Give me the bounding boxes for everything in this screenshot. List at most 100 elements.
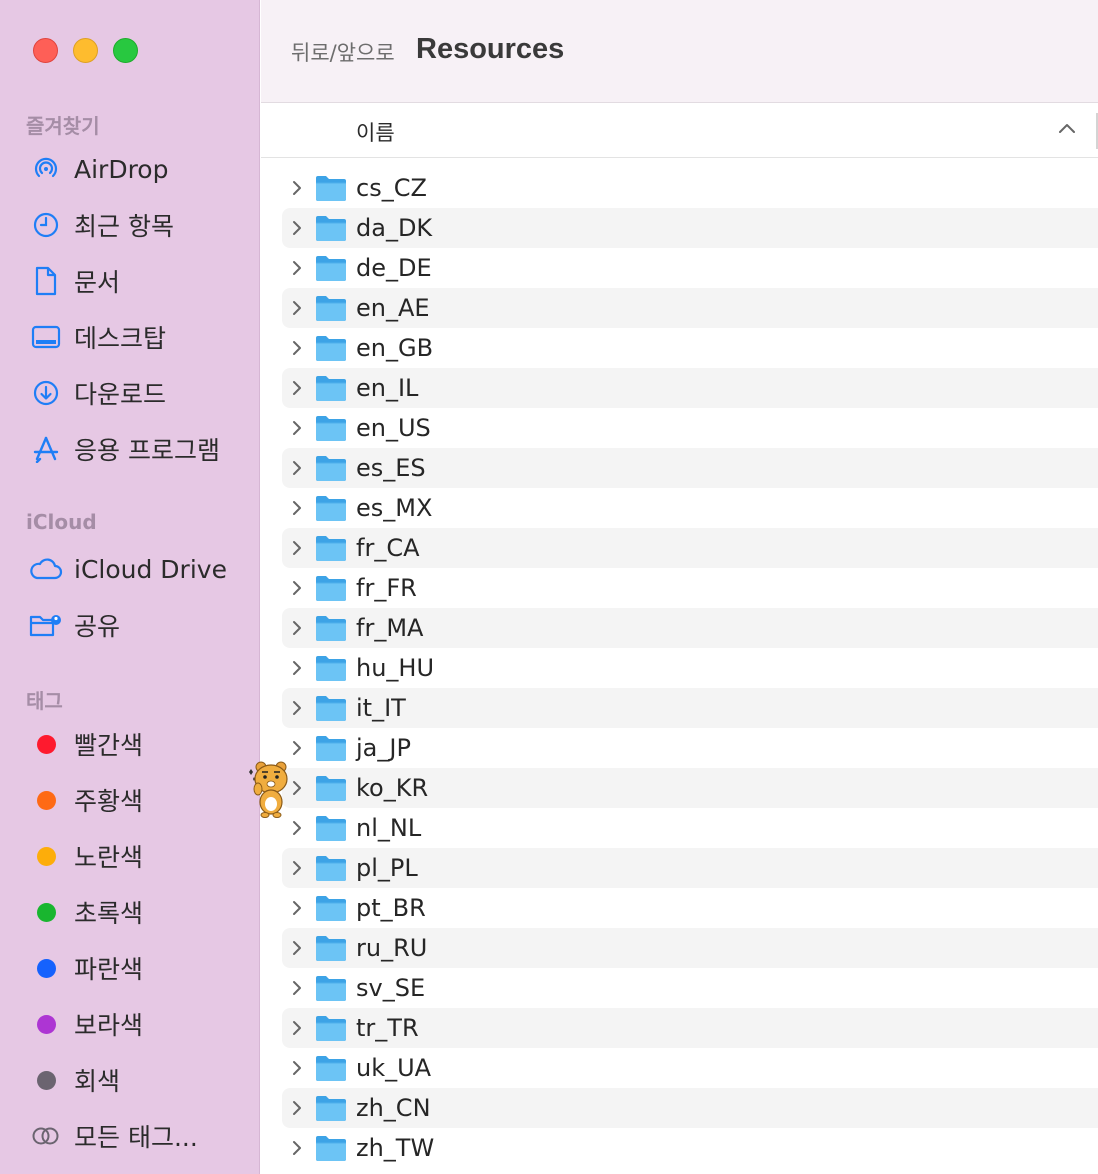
sidebar-tag-gray[interactable]: 회색	[26, 1060, 251, 1100]
chevron-right-icon[interactable]	[291, 419, 303, 442]
file-row[interactable]: ko_KR	[282, 768, 1098, 808]
file-row[interactable]: nl_NL	[282, 808, 1098, 848]
sidebar-tag-yellow[interactable]: 노란색	[26, 836, 251, 876]
chevron-right-icon[interactable]	[291, 899, 303, 922]
sidebar-tag-purple[interactable]: 보라색	[26, 1004, 251, 1044]
file-name: zh_CN	[356, 1094, 431, 1122]
chevron-right-icon[interactable]	[291, 979, 303, 1002]
sidebar-tag-all[interactable]: 모든 태그...	[26, 1116, 251, 1156]
file-name: zh_TW	[356, 1134, 435, 1162]
folder-icon	[315, 214, 347, 247]
chevron-right-icon[interactable]	[291, 579, 303, 602]
file-name: fr_CA	[356, 534, 420, 562]
column-header[interactable]: 이름	[261, 103, 1098, 158]
sidebar-tag-orange[interactable]: 주황색	[26, 780, 251, 820]
sidebar-item-airdrop[interactable]: AirDrop	[26, 149, 251, 189]
sidebar-tag-green[interactable]: 초록색	[26, 892, 251, 932]
sidebar-item-recents[interactable]: 최근 항목	[26, 205, 251, 245]
file-row[interactable]: tr_TR	[282, 1008, 1098, 1048]
chevron-right-icon[interactable]	[291, 259, 303, 282]
chevron-right-icon[interactable]	[291, 739, 303, 762]
file-row[interactable]: zh_CN	[282, 1088, 1098, 1128]
file-name: en_GB	[356, 334, 434, 362]
chevron-right-icon[interactable]	[291, 1099, 303, 1122]
folder-icon	[315, 814, 347, 847]
chevron-right-icon[interactable]	[291, 1019, 303, 1042]
name-column-header[interactable]: 이름	[356, 117, 395, 147]
file-row[interactable]: pt_BR	[282, 888, 1098, 928]
file-row[interactable]: ru_RU	[282, 928, 1098, 968]
chevron-right-icon[interactable]	[291, 699, 303, 722]
window-title: Resources	[416, 33, 565, 65]
chevron-right-icon[interactable]	[291, 539, 303, 562]
airdrop-icon	[26, 149, 66, 189]
chevron-up-icon[interactable]	[1058, 121, 1076, 139]
file-row[interactable]: es_MX	[282, 488, 1098, 528]
file-row[interactable]: en_AE	[282, 288, 1098, 328]
icloud-section-title: iCloud	[26, 510, 97, 534]
close-button[interactable]	[33, 38, 58, 63]
chevron-right-icon[interactable]	[291, 299, 303, 322]
file-name: it_IT	[356, 694, 406, 722]
favorites-section-title: 즐겨찾기	[26, 114, 100, 138]
chevron-right-icon[interactable]	[291, 379, 303, 402]
file-row[interactable]: cs_CZ	[282, 168, 1098, 208]
chevron-right-icon[interactable]	[291, 1139, 303, 1162]
file-row[interactable]: es_ES	[282, 448, 1098, 488]
sidebar-item-label: 노란색	[74, 843, 144, 872]
file-row[interactable]: da_DK	[282, 208, 1098, 248]
file-name: ko_KR	[356, 774, 429, 802]
chevron-right-icon[interactable]	[291, 619, 303, 642]
chevron-right-icon[interactable]	[291, 179, 303, 202]
main-pane: 뒤로/앞으로 Resources 이름 cs_CZ da_DK de_DE en_AE…	[261, 0, 1098, 1174]
file-row[interactable]: it_IT	[282, 688, 1098, 728]
sidebar-tag-blue[interactable]: 파란색	[26, 948, 251, 988]
sidebar-item-documents[interactable]: 문서	[26, 261, 251, 301]
sidebar-item-label: 모든 태그...	[74, 1123, 198, 1152]
file-name: de_DE	[356, 254, 432, 282]
chevron-right-icon[interactable]	[291, 219, 303, 242]
desktop-icon	[26, 317, 66, 357]
zoom-button[interactable]	[113, 38, 138, 63]
file-row[interactable]: fr_MA	[282, 608, 1098, 648]
sidebar-item-downloads[interactable]: 다운로드	[26, 373, 251, 413]
file-row[interactable]: fr_CA	[282, 528, 1098, 568]
file-row[interactable]: en_GB	[282, 328, 1098, 368]
minimize-button[interactable]	[73, 38, 98, 63]
chevron-right-icon[interactable]	[291, 1059, 303, 1082]
file-row[interactable]: zh_TW	[282, 1128, 1098, 1168]
folder-icon	[315, 974, 347, 1007]
chevron-right-icon[interactable]	[291, 819, 303, 842]
chevron-right-icon[interactable]	[291, 339, 303, 362]
folder-icon	[315, 574, 347, 607]
chevron-right-icon[interactable]	[291, 459, 303, 482]
file-row[interactable]: uk_UA	[282, 1048, 1098, 1088]
file-row[interactable]: hu_HU	[282, 648, 1098, 688]
file-row[interactable]: en_IL	[282, 368, 1098, 408]
sidebar-item-shared[interactable]: 공유	[26, 605, 251, 645]
chevron-right-icon[interactable]	[291, 859, 303, 882]
folder-icon	[315, 654, 347, 687]
chevron-right-icon[interactable]	[291, 659, 303, 682]
sidebar-item-icloud-drive[interactable]: iCloud Drive	[26, 549, 251, 589]
sidebar-item-applications[interactable]: 응용 프로그램	[26, 429, 251, 469]
file-row[interactable]: en_US	[282, 408, 1098, 448]
file-name: pl_PL	[356, 854, 418, 882]
folder-icon	[315, 694, 347, 727]
back-forward-button[interactable]: 뒤로/앞으로	[291, 37, 395, 67]
file-name: fr_MA	[356, 614, 424, 642]
chevron-right-icon[interactable]	[291, 779, 303, 802]
file-row[interactable]: pl_PL	[282, 848, 1098, 888]
file-row[interactable]: ja_JP	[282, 728, 1098, 768]
chevron-right-icon[interactable]	[291, 939, 303, 962]
file-row[interactable]: sv_SE	[282, 968, 1098, 1008]
sidebar-item-desktop[interactable]: 데스크탑	[26, 317, 251, 357]
file-name: pt_BR	[356, 894, 426, 922]
sidebar-item-label: 빨간색	[74, 731, 144, 760]
chevron-right-icon[interactable]	[291, 499, 303, 522]
tags-section-title: 태그	[26, 689, 63, 713]
file-row[interactable]: de_DE	[282, 248, 1098, 288]
file-row[interactable]: fr_FR	[282, 568, 1098, 608]
sidebar-tag-red[interactable]: 빨간색	[26, 724, 251, 764]
sidebar-item-label: 최근 항목	[74, 212, 174, 241]
